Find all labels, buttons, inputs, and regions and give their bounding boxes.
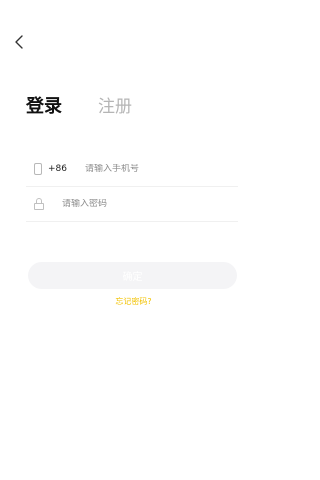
lock-icon: [34, 197, 44, 210]
forgot-password-link[interactable]: 忘记密码?: [0, 296, 267, 307]
country-code[interactable]: +86: [48, 164, 67, 174]
phone-input[interactable]: [85, 163, 238, 174]
tab-register[interactable]: 注册: [98, 92, 132, 117]
tab-login[interactable]: 登录: [26, 92, 62, 118]
password-field: [26, 186, 238, 222]
confirm-button[interactable]: 确定: [28, 262, 237, 289]
back-button[interactable]: [10, 32, 30, 52]
phone-icon: [34, 162, 42, 175]
auth-tabs: 登录 注册: [26, 92, 132, 118]
phone-field: +86: [26, 151, 238, 187]
password-input[interactable]: [62, 198, 238, 209]
chevron-left-icon: [15, 35, 23, 49]
